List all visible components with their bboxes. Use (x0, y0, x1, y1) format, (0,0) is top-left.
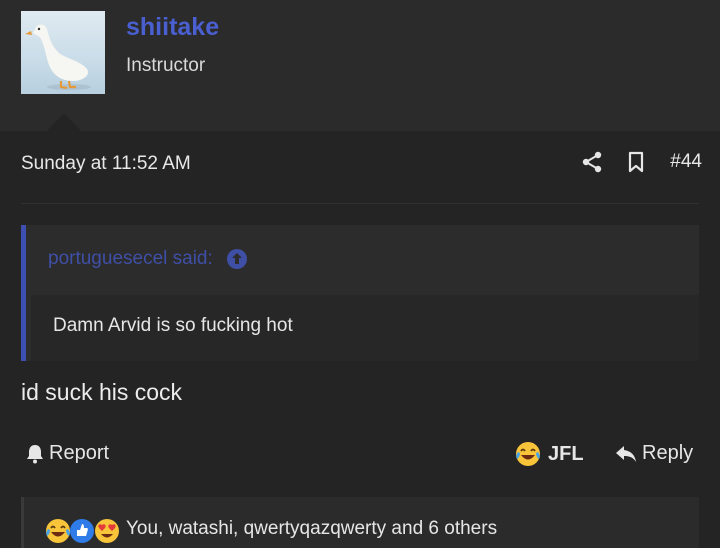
reply-label: Reply (642, 442, 694, 464)
crying-laughing-emoji-icon (46, 519, 70, 543)
quote-header[interactable]: portuguesecel said: (48, 248, 248, 270)
reactions-bar[interactable]: You, watashi, qwertyqazqwerty and 6 othe… (21, 497, 699, 548)
avatar[interactable] (21, 11, 105, 94)
reaction-summary-link[interactable]: You, watashi, qwertyqazqwerty and 6 othe… (126, 518, 497, 540)
duck-avatar-image (25, 24, 91, 90)
quote-body: Damn Arvid is so fucking hot (31, 295, 699, 361)
share-icon[interactable] (580, 150, 604, 174)
arrow-up-circle-icon[interactable] (226, 248, 248, 270)
user-title: Instructor (126, 55, 206, 76)
post-number-link[interactable]: #44 (670, 151, 702, 173)
post-meta-actions: #44 (580, 150, 702, 174)
post-date[interactable]: Sunday at 11:52 AM (21, 153, 191, 175)
reaction-label: JFL (548, 442, 584, 465)
divider (21, 203, 699, 204)
report-label: Report (49, 442, 110, 464)
username-link[interactable]: shiitake (126, 13, 219, 42)
heart-eyes-emoji-icon (95, 519, 119, 543)
bell-icon (27, 444, 43, 463)
report-button[interactable]: Report (24, 442, 109, 465)
bookmark-icon[interactable] (624, 150, 648, 174)
reaction-icons (44, 517, 124, 545)
reaction-button[interactable]: JFL (514, 440, 584, 468)
quote-text: Damn Arvid is so fucking hot (53, 315, 293, 336)
crying-laughing-emoji-icon (516, 442, 540, 466)
thumbs-up-icon (70, 519, 94, 543)
user-block: shiitake Instructor (0, 0, 720, 131)
reply-arrow-icon (616, 445, 636, 462)
reply-button[interactable]: Reply (614, 442, 693, 465)
post-message: id suck his cock (21, 379, 183, 405)
quote-block: portuguesecel said: Damn Arvid is so fuc… (21, 225, 699, 361)
speech-pointer (47, 113, 81, 131)
quote-author[interactable]: portuguesecel said: (48, 248, 213, 270)
